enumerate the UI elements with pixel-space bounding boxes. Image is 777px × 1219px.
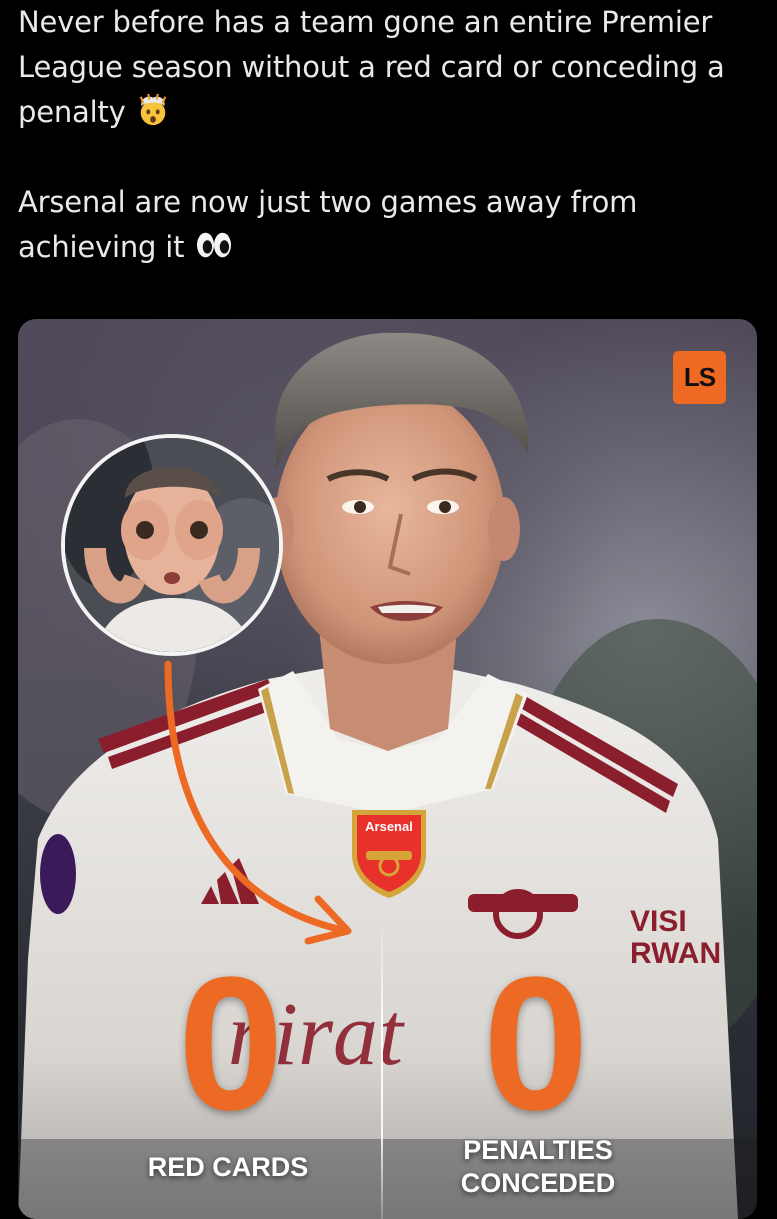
arsenal-crest-icon: Arsenal xyxy=(352,810,426,898)
eyes-emoji-icon xyxy=(197,232,232,258)
ls-brand-logo: LS xyxy=(673,351,726,404)
media-image-card[interactable]: nirat VISI RWAN Arsenal LS 0 0 RED CARDS… xyxy=(18,319,757,1219)
tweet-paragraph-1: Never before has a team gone an entire P… xyxy=(18,0,763,135)
penalties-conceded-label: PENALTIES CONCEDED xyxy=(460,1135,616,1198)
penalties-conceded-value: 0 xyxy=(483,938,589,1150)
arsenal-crest-text: Arsenal xyxy=(365,819,413,834)
red-cards-value: 0 xyxy=(178,938,284,1150)
exploding-head-emoji-icon xyxy=(139,93,166,126)
tweet-line-1: Never before has a team gone an entire P… xyxy=(18,5,725,129)
red-cards-label: RED CARDS xyxy=(147,1152,309,1182)
svg-text:VISI: VISI xyxy=(630,905,687,938)
tweet-paragraph-2: Arsenal are now just two games away from… xyxy=(18,180,763,270)
tweet-line-2: Arsenal are now just two games away from… xyxy=(18,185,638,264)
tweet-text: Never before has a team gone an entire P… xyxy=(18,0,763,270)
inset-celebration-photo xyxy=(61,434,283,656)
svg-text:RWAN: RWAN xyxy=(630,937,721,970)
stats-divider xyxy=(381,929,383,1219)
